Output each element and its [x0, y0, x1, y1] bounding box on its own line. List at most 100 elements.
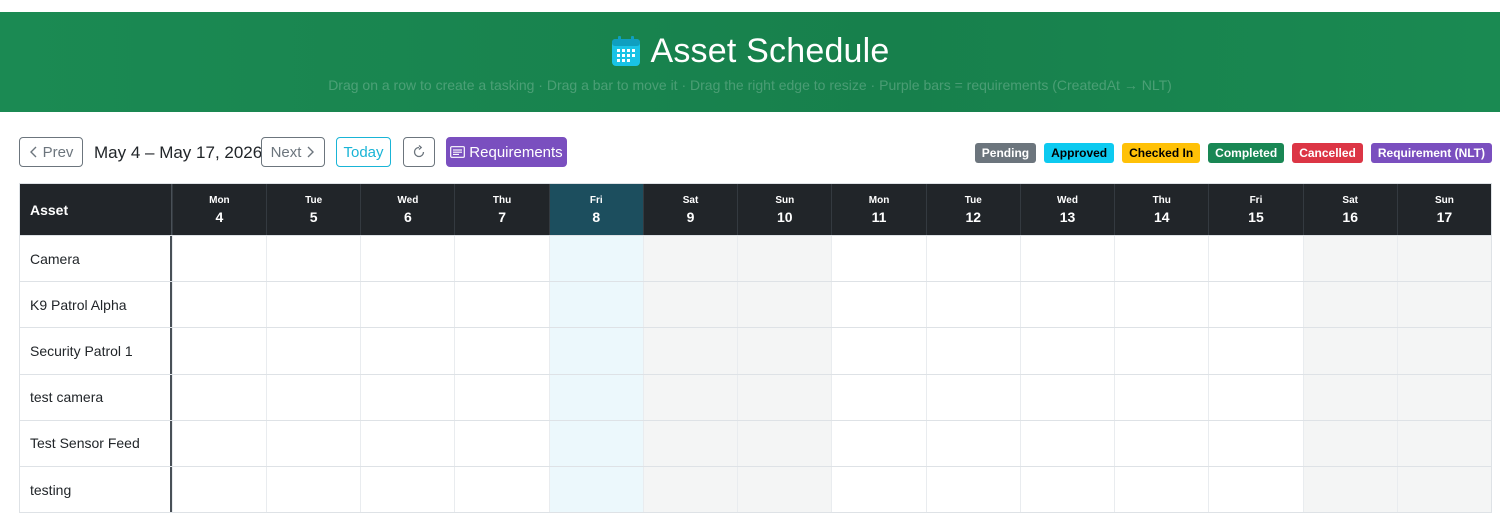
day-cell[interactable]: [454, 282, 548, 328]
day-cell[interactable]: [925, 328, 1020, 374]
day-cell[interactable]: [925, 466, 1020, 513]
day-cell[interactable]: [1019, 236, 1114, 282]
refresh-button[interactable]: [403, 137, 435, 167]
day-cell[interactable]: [831, 282, 925, 328]
day-cell[interactable]: [1396, 420, 1492, 466]
day-cell[interactable]: [266, 328, 360, 374]
day-cell[interactable]: [925, 282, 1020, 328]
day-cell[interactable]: [1302, 374, 1397, 420]
day-cell[interactable]: [360, 420, 454, 466]
day-cell[interactable]: [1396, 374, 1492, 420]
day-cell[interactable]: [831, 466, 925, 513]
day-cell[interactable]: [266, 282, 360, 328]
day-cell[interactable]: [1019, 374, 1114, 420]
day-cell[interactable]: [1208, 328, 1302, 374]
day-cell[interactable]: [737, 328, 832, 374]
day-cell[interactable]: [1019, 466, 1114, 513]
day-cell[interactable]: [548, 282, 643, 328]
day-cell[interactable]: [1396, 236, 1492, 282]
day-cell[interactable]: [454, 374, 548, 420]
day-cell[interactable]: [360, 374, 454, 420]
day-cell[interactable]: [171, 282, 266, 328]
day-cell[interactable]: [1396, 282, 1492, 328]
day-cell[interactable]: [737, 374, 832, 420]
day-cell[interactable]: [1302, 236, 1397, 282]
day-cell[interactable]: [1114, 466, 1208, 513]
day-cell[interactable]: [171, 466, 266, 513]
day-cell[interactable]: [548, 328, 643, 374]
requirements-button[interactable]: Requirements: [446, 137, 567, 167]
schedule-body: Camera K9 Patrol Alpha Security Patrol 1 te…: [20, 235, 1492, 513]
asset-row[interactable]: testing: [20, 465, 1492, 513]
day-cell[interactable]: [454, 328, 548, 374]
day-cell[interactable]: [171, 420, 266, 466]
day-cell[interactable]: [1302, 328, 1397, 374]
day-cell[interactable]: [925, 374, 1020, 420]
asset-column-header: Asset: [20, 184, 172, 235]
day-cell[interactable]: [1019, 328, 1114, 374]
day-cell[interactable]: [454, 236, 548, 282]
prev-button[interactable]: Prev: [19, 137, 83, 167]
day-cell[interactable]: [737, 466, 832, 513]
day-cell[interactable]: [831, 374, 925, 420]
calendar-icon: [612, 35, 641, 66]
day-cell[interactable]: [360, 466, 454, 513]
day-cell[interactable]: [548, 466, 643, 513]
day-cell[interactable]: [1114, 328, 1208, 374]
day-cell[interactable]: [737, 236, 832, 282]
asset-row[interactable]: Camera: [20, 235, 1492, 282]
day-number: 7: [498, 208, 506, 225]
day-cell[interactable]: [642, 236, 738, 282]
day-cell[interactable]: [642, 282, 738, 328]
asset-row[interactable]: Security Patrol 1: [20, 327, 1492, 374]
day-cell[interactable]: [642, 420, 738, 466]
day-cell[interactable]: [1396, 328, 1492, 374]
day-cell[interactable]: [171, 374, 266, 420]
day-cell[interactable]: [737, 420, 832, 466]
day-cell[interactable]: [1208, 466, 1302, 513]
day-cell[interactable]: [831, 236, 925, 282]
day-cell[interactable]: [1396, 466, 1492, 513]
day-cell[interactable]: [831, 328, 925, 374]
day-cell[interactable]: [266, 420, 360, 466]
day-cell[interactable]: [1208, 236, 1302, 282]
day-cell[interactable]: [642, 374, 738, 420]
day-cell[interactable]: [548, 374, 643, 420]
day-cell[interactable]: [171, 236, 266, 282]
day-cell[interactable]: [548, 236, 643, 282]
day-cell[interactable]: [1208, 420, 1302, 466]
day-cell[interactable]: [1114, 374, 1208, 420]
asset-row[interactable]: test camera: [20, 373, 1492, 420]
day-cell[interactable]: [831, 420, 925, 466]
day-cell[interactable]: [925, 420, 1020, 466]
day-cell[interactable]: [1302, 466, 1397, 513]
day-cell[interactable]: [1114, 236, 1208, 282]
day-cell[interactable]: [548, 420, 643, 466]
asset-row[interactable]: K9 Patrol Alpha: [20, 281, 1492, 328]
day-cell[interactable]: [1019, 282, 1114, 328]
day-cell[interactable]: [360, 236, 454, 282]
day-cell[interactable]: [1302, 420, 1397, 466]
day-cell[interactable]: [266, 236, 360, 282]
day-cell[interactable]: [1302, 282, 1397, 328]
day-cell[interactable]: [737, 282, 832, 328]
day-cell[interactable]: [1208, 374, 1302, 420]
day-cell[interactable]: [642, 328, 738, 374]
asset-name: K9 Patrol Alpha: [20, 282, 172, 328]
day-cell[interactable]: [266, 374, 360, 420]
day-cell[interactable]: [1019, 420, 1114, 466]
asset-row[interactable]: Test Sensor Feed: [20, 419, 1492, 466]
day-cell[interactable]: [1208, 282, 1302, 328]
day-cell[interactable]: [454, 466, 548, 513]
day-cell[interactable]: [925, 236, 1020, 282]
day-cell[interactable]: [642, 466, 738, 513]
day-cell[interactable]: [1114, 282, 1208, 328]
day-cell[interactable]: [360, 282, 454, 328]
day-cell[interactable]: [454, 420, 548, 466]
today-button[interactable]: Today: [336, 137, 391, 167]
day-cell[interactable]: [266, 466, 360, 513]
next-button[interactable]: Next: [261, 137, 325, 167]
day-cell[interactable]: [360, 328, 454, 374]
day-cell[interactable]: [171, 328, 266, 374]
day-cell[interactable]: [1114, 420, 1208, 466]
